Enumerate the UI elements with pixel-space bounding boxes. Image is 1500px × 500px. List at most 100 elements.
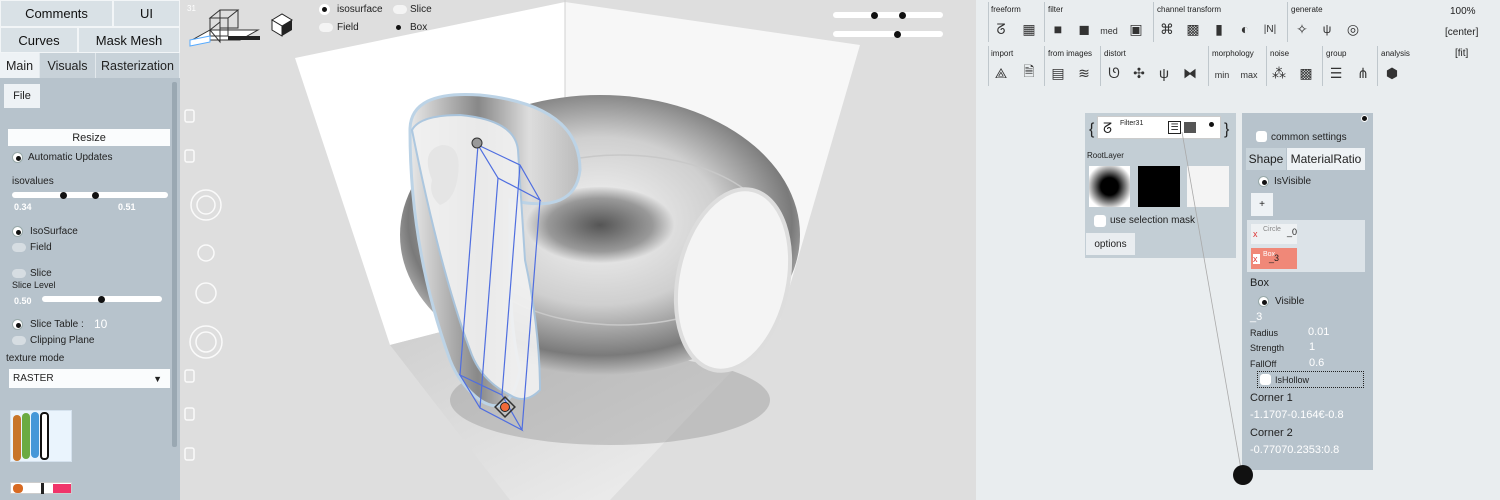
noise-icon[interactable]: ⁂ bbox=[1270, 64, 1288, 82]
slice-toggle[interactable] bbox=[12, 269, 26, 278]
viewport-slider-2-handle[interactable] bbox=[894, 31, 901, 38]
layer-thumb-black[interactable] bbox=[1138, 166, 1180, 207]
channel-network-icon[interactable]: ⌘ bbox=[1158, 20, 1176, 38]
fit-button[interactable]: [fit] bbox=[1455, 48, 1468, 59]
is-visible-radio[interactable] bbox=[1258, 176, 1269, 187]
filter-square-icon[interactable]: ■ bbox=[1049, 20, 1067, 38]
twist-icon[interactable]: ᘎ bbox=[1105, 64, 1123, 82]
mask-mesh-button[interactable]: Mask Mesh bbox=[78, 27, 180, 53]
hexagon-icon[interactable]: ⬢ bbox=[1383, 64, 1401, 82]
morph-max-label: max bbox=[1240, 70, 1258, 80]
options-button[interactable]: options bbox=[1086, 233, 1135, 255]
tab-visuals[interactable]: Visuals bbox=[40, 53, 96, 78]
invert-icon[interactable]: ◐ bbox=[1236, 20, 1254, 38]
comments-button[interactable]: Comments bbox=[0, 0, 113, 27]
abs-icon[interactable]: |N| bbox=[1261, 20, 1279, 38]
isovalues-slider[interactable] bbox=[12, 192, 168, 198]
slice-view-toggle[interactable] bbox=[393, 5, 407, 14]
viewport-slider-2[interactable] bbox=[833, 31, 943, 37]
remove-x-icon[interactable]: x bbox=[1253, 229, 1258, 239]
group-split-icon[interactable]: ⋔ bbox=[1354, 64, 1372, 82]
field-view-toggle[interactable] bbox=[319, 23, 333, 32]
tab-material-ratio[interactable]: MaterialRatio bbox=[1287, 148, 1365, 170]
slice-level-value: 0.50 bbox=[14, 296, 32, 306]
view-cube-icon[interactable] bbox=[271, 13, 293, 37]
color-swatch-orange bbox=[13, 415, 21, 461]
noise-pattern-icon[interactable]: ▩ bbox=[1297, 64, 1315, 82]
curves-button[interactable]: Curves bbox=[0, 27, 78, 53]
grid-icon[interactable]: ▦ bbox=[1020, 20, 1038, 38]
shape-item-circle[interactable]: x Circle _0 bbox=[1251, 224, 1297, 244]
slice-table-label: Slice Table : bbox=[30, 319, 84, 330]
warp-icon[interactable]: ✣ bbox=[1130, 64, 1148, 82]
box-visible-radio[interactable] bbox=[1258, 296, 1269, 307]
resize-button[interactable]: Resize bbox=[8, 129, 170, 146]
slice-level-handle[interactable] bbox=[98, 296, 105, 303]
clipping-plane-label: Clipping Plane bbox=[30, 335, 95, 346]
texture-preview[interactable] bbox=[10, 410, 72, 462]
histogram-icon[interactable]: ▮ bbox=[1210, 20, 1228, 38]
3d-viewport[interactable]: 31 isosurface Field Slice Box bbox=[180, 0, 976, 500]
viewport-slider-1-handle-b[interactable] bbox=[899, 12, 906, 19]
iso-low-value: 0.34 bbox=[14, 202, 32, 212]
sparkle-icon[interactable]: ✧ bbox=[1293, 20, 1311, 38]
image-stack-icon[interactable]: ▤ bbox=[1049, 64, 1067, 82]
common-settings-checkbox[interactable] bbox=[1256, 131, 1267, 142]
file-tab[interactable]: File bbox=[4, 84, 40, 108]
import-mesh-icon[interactable]: ⟁ bbox=[992, 64, 1010, 82]
is-hollow-checkbox[interactable] bbox=[1260, 374, 1271, 385]
iso-high-handle[interactable] bbox=[92, 192, 99, 199]
image-layers-icon[interactable]: ≋ bbox=[1075, 64, 1093, 82]
slice-table-value[interactable]: 10 bbox=[94, 317, 107, 331]
field-toggle[interactable] bbox=[12, 243, 26, 252]
gradient-stop-marker bbox=[41, 483, 44, 494]
morph-min-icon[interactable]: min bbox=[1213, 66, 1231, 84]
box-corner-dot[interactable] bbox=[500, 402, 510, 412]
node-output-dot[interactable] bbox=[1209, 122, 1214, 127]
corner2-value[interactable]: -0.77070.2353:0.8 bbox=[1250, 444, 1339, 456]
clipping-plane-toggle[interactable] bbox=[12, 336, 26, 345]
add-shape-button[interactable]: + bbox=[1251, 193, 1273, 216]
gradient-strip[interactable] bbox=[10, 482, 72, 494]
box-view-radio[interactable] bbox=[393, 22, 404, 33]
corner1-value[interactable]: -1.1707-0.164€-0.8 bbox=[1250, 409, 1344, 421]
node-connector-dot[interactable] bbox=[1233, 465, 1253, 485]
viewport-slider-1-handle-a[interactable] bbox=[871, 12, 878, 19]
automatic-updates-radio[interactable] bbox=[12, 152, 23, 163]
tab-rasterization[interactable]: Rasterization bbox=[96, 53, 180, 78]
tab-main[interactable]: Main bbox=[0, 53, 40, 78]
viewport-slider-1[interactable] bbox=[833, 12, 943, 18]
morph-max-icon[interactable]: max bbox=[1240, 66, 1258, 84]
psi-function-icon[interactable]: ψ bbox=[1318, 20, 1336, 38]
freeform-curve-icon[interactable]: ᘔ bbox=[992, 20, 1010, 38]
slice-table-radio[interactable] bbox=[12, 319, 23, 330]
center-button[interactable]: [center] bbox=[1445, 27, 1478, 38]
import-file-icon[interactable]: 🗎 bbox=[1020, 63, 1038, 82]
left-panel-scrollbar[interactable] bbox=[172, 82, 177, 447]
layer-thumb-gradient[interactable] bbox=[1089, 166, 1130, 207]
distort-function-icon[interactable]: ψ bbox=[1155, 64, 1173, 82]
isosurface-view-radio[interactable] bbox=[319, 4, 330, 15]
camera-cube-gizmo[interactable] bbox=[189, 9, 260, 47]
filter-blur-icon[interactable]: ◼ bbox=[1075, 20, 1093, 38]
is-hollow-label: IsHollow bbox=[1275, 375, 1310, 385]
tab-shape[interactable]: Shape bbox=[1246, 148, 1286, 170]
filter-frame-icon[interactable]: ▣ bbox=[1127, 20, 1145, 38]
group-layers-icon[interactable]: ☰ bbox=[1327, 64, 1345, 82]
use-selection-mask-checkbox[interactable] bbox=[1094, 215, 1106, 227]
spiral-icon[interactable]: ◎ bbox=[1344, 20, 1362, 38]
ui-button[interactable]: UI bbox=[113, 0, 180, 27]
filter-median-icon[interactable]: med bbox=[1100, 22, 1118, 40]
radius-value[interactable]: 0.01 bbox=[1308, 326, 1329, 338]
shape-item-box[interactable]: x Box _3 bbox=[1251, 248, 1297, 269]
remove-x-icon[interactable]: x bbox=[1253, 254, 1260, 264]
falloff-value[interactable]: 0.6 bbox=[1309, 357, 1324, 369]
strength-value[interactable]: 1 bbox=[1309, 341, 1315, 353]
isosurface-radio[interactable] bbox=[12, 226, 23, 237]
is-hollow-row[interactable]: IsHollow bbox=[1257, 371, 1364, 388]
iso-low-handle[interactable] bbox=[60, 192, 67, 199]
box-corner-handle-top[interactable] bbox=[471, 137, 483, 149]
texture-mode-select[interactable]: RASTER ▼ bbox=[9, 369, 170, 388]
channel-grid-icon[interactable]: ▩ bbox=[1184, 20, 1202, 38]
mirror-icon[interactable]: ⧓ bbox=[1181, 64, 1199, 82]
